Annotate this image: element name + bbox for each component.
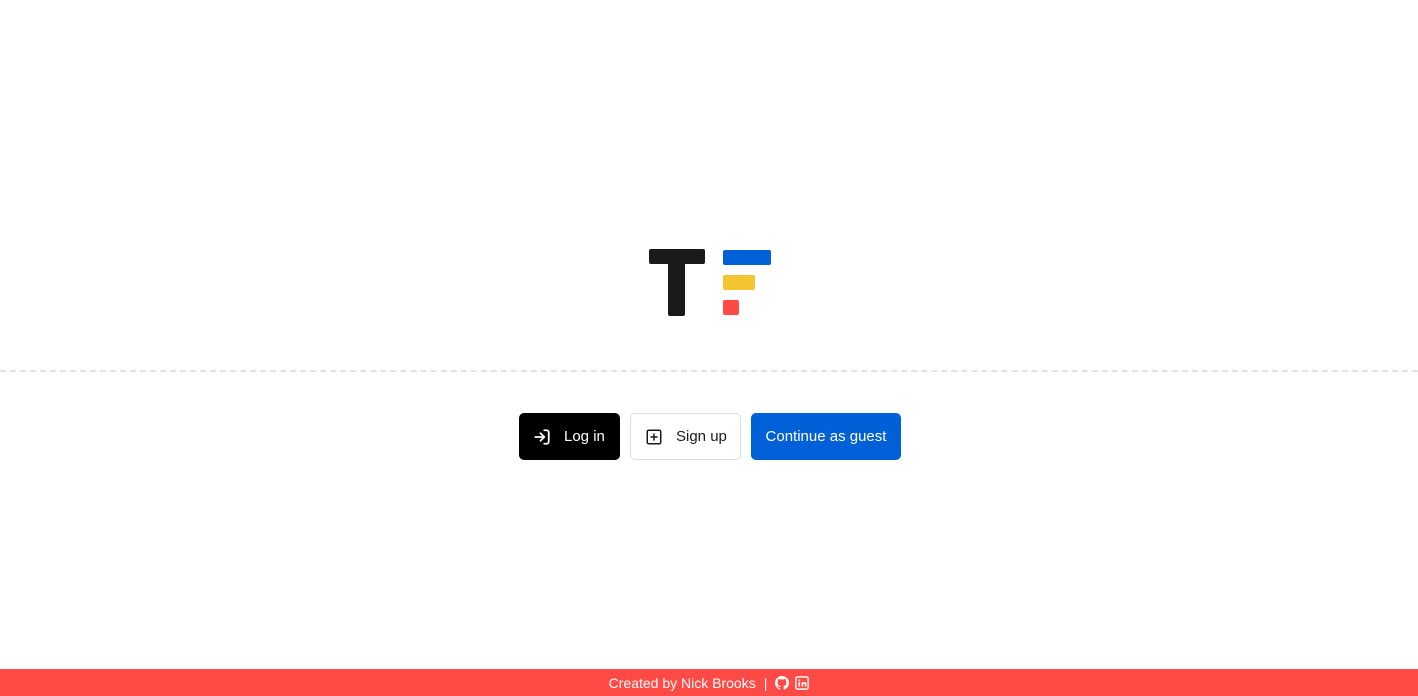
auth-actions: Log in Sign up Continue as guest <box>519 413 901 460</box>
app-logo <box>649 249 771 316</box>
logo-t-stem <box>668 249 685 316</box>
logo-bar-yellow <box>723 275 755 290</box>
github-icon[interactable] <box>775 675 790 690</box>
login-arrow-icon <box>533 428 551 446</box>
signup-label: Sign up <box>676 428 727 445</box>
login-button[interactable]: Log in <box>519 413 620 460</box>
footer-separator: | <box>763 674 768 691</box>
logo-bar-red <box>723 300 739 315</box>
plus-square-icon <box>645 428 663 446</box>
signup-button[interactable]: Sign up <box>630 413 741 460</box>
logo-bar-blue <box>723 250 771 265</box>
continue-as-guest-button[interactable]: Continue as guest <box>751 413 901 460</box>
footer: Created by Nick Brooks | <box>0 669 1418 696</box>
linkedin-icon[interactable] <box>795 675 810 690</box>
landing-page: Log in Sign up Continue as guest Created… <box>0 0 1418 696</box>
guest-label: Continue as guest <box>765 428 887 445</box>
dashed-divider <box>0 370 1418 372</box>
login-label: Log in <box>564 428 605 445</box>
footer-credit: Created by Nick Brooks <box>608 674 756 691</box>
